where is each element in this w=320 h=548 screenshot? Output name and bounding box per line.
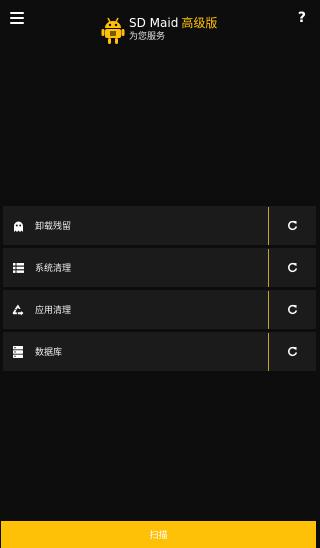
refresh-icon [288,346,298,357]
refresh-icon [288,220,298,231]
tool-list: 卸载残留 系统清理 应用清理 数据库 [0,206,320,374]
tool-label: 系统清理 [35,264,72,274]
android-logo-icon [101,17,125,44]
refresh-icon [288,304,298,315]
tool-row-app-cleaner: 应用清理 [3,290,316,329]
tool-label: 数据库 [35,348,63,358]
tool-row-databases: 数据库 [3,332,316,371]
list-icon [12,262,24,274]
ghost-icon [12,220,24,232]
recycle-icon [12,304,24,316]
refresh-button[interactable] [269,290,316,329]
refresh-button[interactable] [269,206,316,245]
help-button[interactable]: ? [298,10,306,26]
tool-label: 应用清理 [35,306,72,316]
tool-row-system-cleaner: 系统清理 [3,248,316,287]
app-brand: SD Maid 高级版 为您服务 [101,15,217,46]
refresh-button[interactable] [269,248,316,287]
menu-line [10,17,24,19]
tool-open-system-cleaner[interactable]: 系统清理 [3,248,268,287]
tool-open-databases[interactable]: 数据库 [3,332,268,371]
refresh-button[interactable] [269,332,316,371]
tool-row-corpse-finder: 卸载残留 [3,206,316,245]
scan-button[interactable]: 扫描 [1,521,316,548]
scan-button-label: 扫描 [149,531,168,541]
top-bar: SD Maid 高级版 为您服务 ? [0,0,320,60]
tool-open-corpse-finder[interactable]: 卸载残留 [3,206,268,245]
app-title: SD Maid 高级版 [129,15,217,31]
refresh-icon [288,262,298,273]
tool-open-app-cleaner[interactable]: 应用清理 [3,290,268,329]
tool-label: 卸载残留 [35,222,72,232]
database-icon [12,345,24,358]
menu-line [10,12,24,14]
menu-icon[interactable] [10,12,24,24]
menu-line [10,22,24,24]
app-title-accent: 高级版 [181,16,218,30]
app-title-main: SD Maid [129,16,179,30]
app-subtitle: 为您服务 [129,32,166,42]
